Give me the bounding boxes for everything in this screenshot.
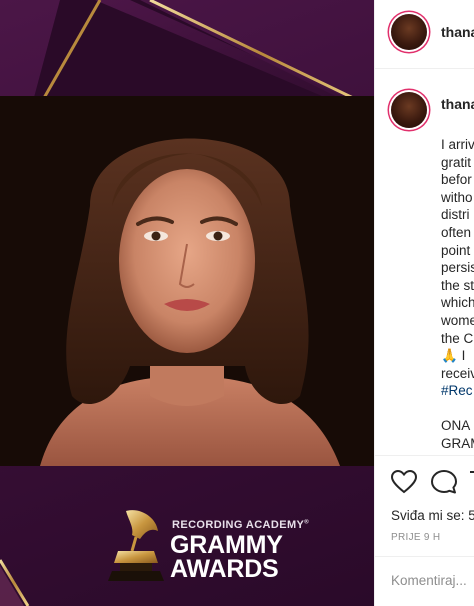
caption-line: ONA — [441, 417, 471, 433]
caption-line: the C — [441, 330, 474, 346]
header-username[interactable]: thana — [441, 24, 474, 40]
likes-count[interactable]: Sviđa mi se: 5 — [391, 508, 474, 523]
post-image[interactable]: RECORDING ACADEMY® GRAMMY AWARDS — [0, 0, 374, 606]
caption-line: the st — [441, 277, 474, 293]
caption-line: which — [441, 295, 474, 311]
post-actions: Sviđa mi se: 5 PRIJE 9 H — [375, 455, 474, 606]
caption-line: witho — [441, 189, 473, 205]
grammy-awards-logo: RECORDING ACADEMY® GRAMMY AWARDS — [106, 505, 310, 585]
caption-line: point — [441, 242, 471, 258]
post-timestamp[interactable]: PRIJE 9 H — [391, 532, 440, 543]
caption-line: GRAM — [441, 435, 474, 451]
gramophone-icon — [108, 510, 164, 581]
share-icon[interactable] — [469, 470, 474, 494]
caption-line: receiv — [441, 365, 474, 381]
praying-hands-icon: 🙏 — [441, 348, 458, 364]
caption-line: persis — [441, 260, 474, 276]
caption-line: befor — [441, 172, 472, 188]
avatar[interactable] — [391, 14, 427, 50]
awards-text: AWARDS — [170, 555, 279, 583]
caption-line-break — [441, 400, 474, 417]
caption-avatar[interactable] — [391, 92, 427, 128]
recording-academy-text: RECORDING ACADEMY® — [172, 519, 310, 531]
post-caption: I arriv gratit befor witho distri often … — [441, 136, 474, 452]
caption-line: distri — [441, 207, 470, 223]
post-header: thana — [375, 0, 474, 69]
comment-input[interactable] — [391, 573, 474, 588]
comment-icon[interactable] — [431, 470, 457, 494]
hashtag-link[interactable]: #Rec — [441, 382, 474, 400]
comment-box — [375, 556, 474, 606]
caption-line: I arriv — [441, 137, 474, 152]
caption-username[interactable]: thana — [441, 96, 474, 112]
caption-line: often — [441, 224, 472, 240]
caption-line: gratit — [441, 154, 472, 170]
caption-line: wome — [441, 312, 474, 328]
portrait-photo — [0, 96, 374, 466]
heart-icon[interactable] — [391, 470, 417, 494]
caption-emoji-line: 🙏 I — [441, 348, 466, 364]
post-side-panel: thana thana I arriv gratit befor witho d… — [374, 0, 474, 606]
